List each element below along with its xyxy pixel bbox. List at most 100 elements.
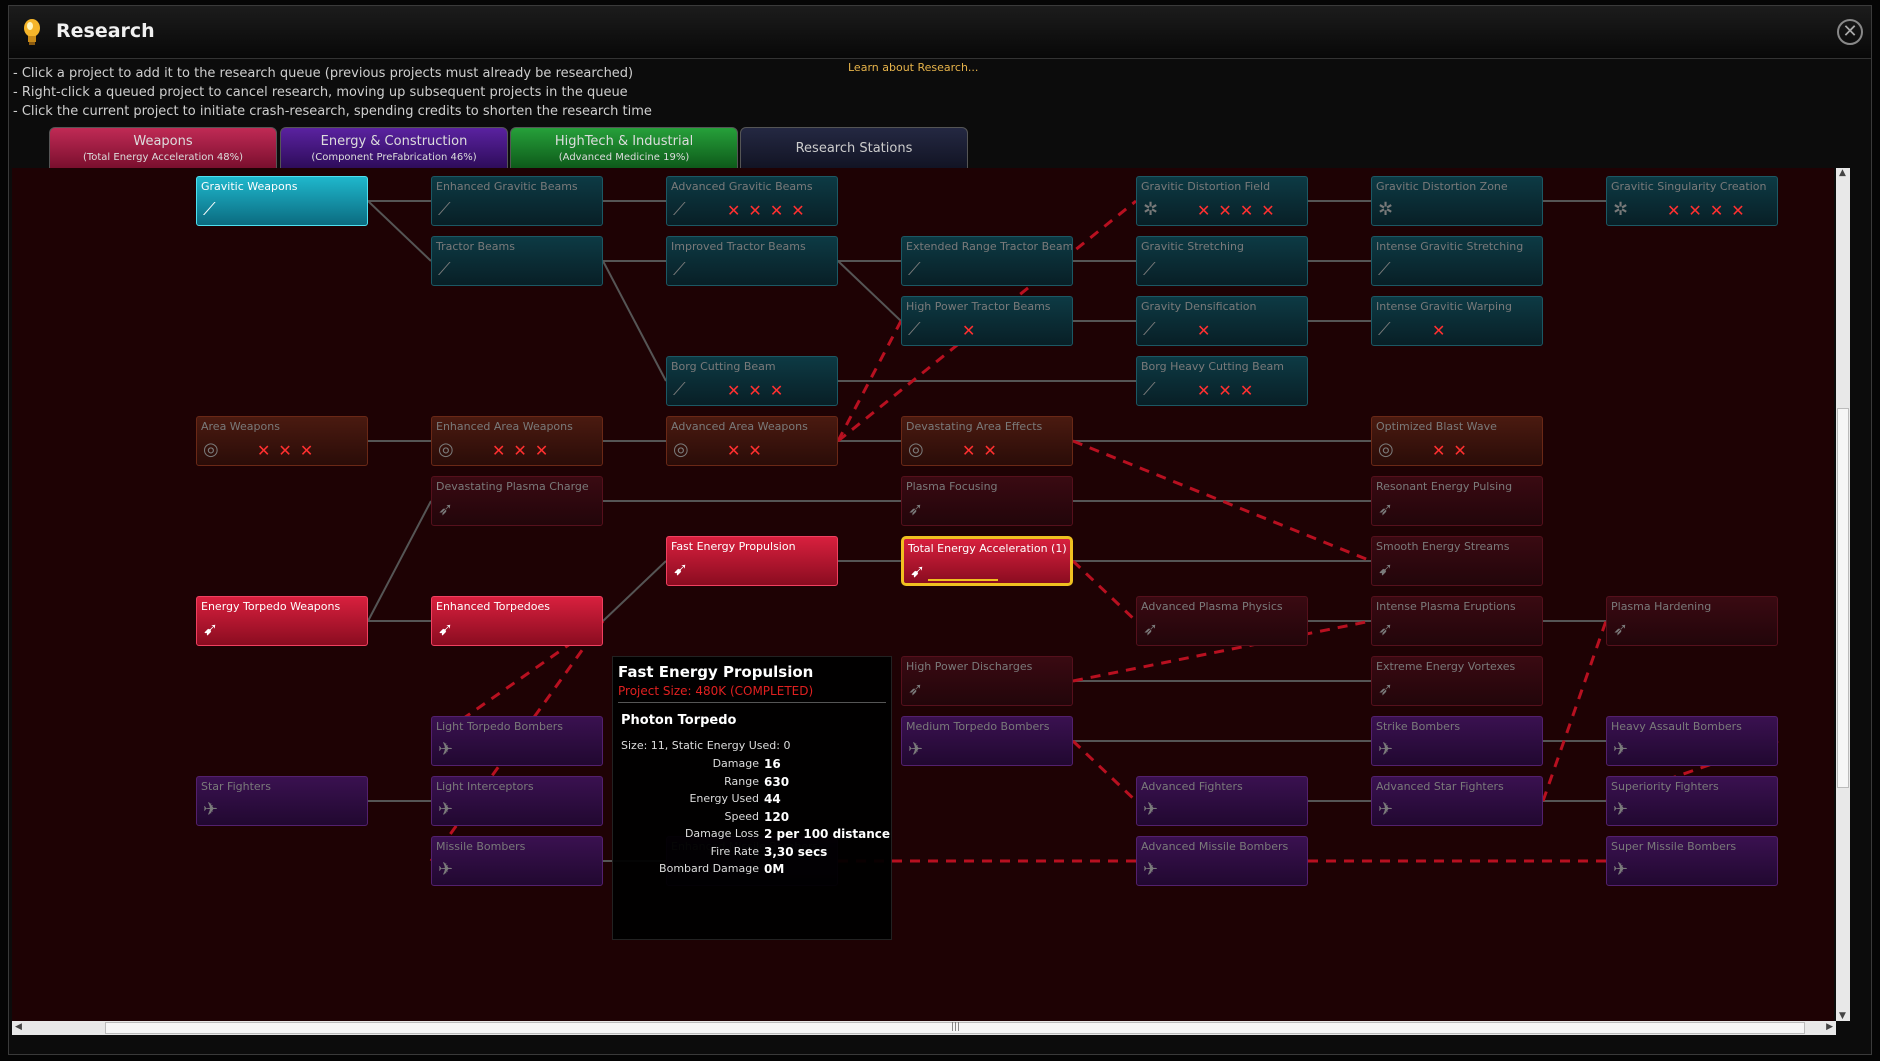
research-node[interactable]: Advanced Gravitic Beams ⟋ ✕✕✕✕	[666, 176, 838, 226]
locked-marker-icon: ✕✕✕	[257, 441, 322, 460]
research-node[interactable]: Optimized Blast Wave ◎ ✕✕	[1371, 416, 1543, 466]
research-node[interactable]: Total Energy Acceleration (1) ➹	[901, 536, 1073, 586]
research-node[interactable]: Advanced Star Fighters ✈	[1371, 776, 1543, 826]
research-node-name: Advanced Area Weapons	[671, 420, 808, 433]
tab-research-stations[interactable]: Research Stations	[740, 127, 968, 169]
research-node[interactable]: Star Fighters ✈	[196, 776, 368, 826]
gravitic-field-icon: ✲	[1613, 199, 1629, 220]
research-node[interactable]: Enhanced Area Weapons ◎ ✕✕✕	[431, 416, 603, 466]
research-node[interactable]: Enhanced Gravitic Beams ⟋	[431, 176, 603, 226]
research-node[interactable]: Gravity Densification ⟋ ✕	[1136, 296, 1308, 346]
research-node[interactable]: Fast Energy Propulsion ➹	[666, 536, 838, 586]
locked-marker-icon: ✕✕✕✕	[1197, 201, 1283, 220]
tractor-beam-icon: ⟋	[1378, 259, 1391, 280]
research-node[interactable]: Super Missile Bombers ✈	[1606, 836, 1778, 886]
research-node-name: Gravitic Weapons	[201, 180, 298, 193]
tab-weapons[interactable]: Weapons (Total Energy Acceleration 48%)	[49, 127, 277, 169]
research-node-name: Area Weapons	[201, 420, 280, 433]
research-node-name: Plasma Hardening	[1611, 600, 1712, 613]
research-node[interactable]: Strike Bombers ✈	[1371, 716, 1543, 766]
vertical-scroll-thumb[interactable]	[1837, 408, 1849, 788]
tab-label: Energy & Construction	[320, 134, 468, 149]
research-node[interactable]: Missile Bombers ✈	[431, 836, 603, 886]
stat-label: Damage	[712, 757, 759, 770]
research-progress-bar	[928, 579, 998, 581]
research-node[interactable]: Area Weapons ◎ ✕✕✕	[196, 416, 368, 466]
research-node[interactable]: Gravitic Singularity Creation ✲ ✕✕✕✕	[1606, 176, 1778, 226]
research-node[interactable]: Extreme Energy Vortexes ➶	[1371, 656, 1543, 706]
tooltip-project-size: Project Size: 480K (COMPLETED)	[618, 684, 814, 698]
vertical-scrollbar[interactable]: ▲ ▼	[1836, 168, 1850, 1021]
tab-hightech-industrial[interactable]: HighTech & Industrial (Advanced Medicine…	[510, 127, 738, 169]
borg-beam-icon: ⟋	[673, 379, 686, 400]
research-node[interactable]: Improved Tractor Beams ⟋	[666, 236, 838, 286]
stat-value: 44	[764, 792, 781, 806]
plasma-icon: ➶	[438, 499, 454, 520]
research-node[interactable]: Gravitic Weapons ⟋	[196, 176, 368, 226]
research-node[interactable]: Medium Torpedo Bombers ✈	[901, 716, 1073, 766]
research-node[interactable]: Light Torpedo Bombers ✈	[431, 716, 603, 766]
horizontal-scrollbar[interactable]: ◀ ||| ▶	[12, 1021, 1836, 1035]
stat-label: Bombard Damage	[659, 862, 759, 875]
research-node[interactable]: Advanced Fighters ✈	[1136, 776, 1308, 826]
research-node[interactable]: Light Interceptors ✈	[431, 776, 603, 826]
research-node[interactable]: Gravitic Stretching ⟋	[1136, 236, 1308, 286]
research-node-name: Optimized Blast Wave	[1376, 420, 1497, 433]
plasma-icon: ➶	[1378, 619, 1394, 640]
research-node[interactable]: Tractor Beams ⟋	[431, 236, 603, 286]
instruction-line-2: - Right-click a queued project to cancel…	[13, 85, 628, 100]
research-node[interactable]: Advanced Missile Bombers ✈	[1136, 836, 1308, 886]
research-node[interactable]: Enhanced Torpedoes ➹	[431, 596, 603, 646]
locked-marker-icon: ✕✕	[1432, 441, 1475, 460]
scroll-up-arrow[interactable]: ▲	[1839, 168, 1846, 178]
horizontal-scroll-thumb[interactable]: |||	[105, 1022, 1805, 1034]
research-node[interactable]: Resonant Energy Pulsing ➶	[1371, 476, 1543, 526]
tab-label: Weapons	[133, 134, 193, 149]
locked-marker-icon: ✕	[1197, 321, 1219, 340]
research-node[interactable]: Superiority Fighters ✈	[1606, 776, 1778, 826]
locked-marker-icon: ✕	[962, 321, 984, 340]
research-node-name: Total Energy Acceleration (1)	[908, 542, 1067, 555]
research-node[interactable]: Advanced Area Weapons ◎ ✕✕	[666, 416, 838, 466]
research-node[interactable]: Devastating Plasma Charge ➶	[431, 476, 603, 526]
research-node[interactable]: Smooth Energy Streams ➹	[1371, 536, 1543, 586]
scroll-left-arrow[interactable]: ◀	[15, 1022, 22, 1032]
research-node[interactable]: Energy Torpedo Weapons ➹	[196, 596, 368, 646]
research-node-name: Advanced Missile Bombers	[1141, 840, 1289, 853]
research-node[interactable]: Intense Gravitic Warping ⟋ ✕	[1371, 296, 1543, 346]
learn-about-research-link[interactable]: Learn about Research...	[848, 61, 978, 74]
research-node[interactable]: Plasma Focusing ➶	[901, 476, 1073, 526]
close-button[interactable]: ✕	[1837, 19, 1863, 45]
gravitic-field-icon: ✲	[1378, 199, 1394, 220]
research-node-name: Borg Cutting Beam	[671, 360, 776, 373]
research-node[interactable]: Gravitic Distortion Field ✲ ✕✕✕✕	[1136, 176, 1308, 226]
research-node-name: Gravitic Singularity Creation	[1611, 180, 1767, 193]
scroll-right-arrow[interactable]: ▶	[1826, 1022, 1833, 1032]
research-node-name: Tractor Beams	[436, 240, 515, 253]
scroll-grip: |||	[951, 1022, 961, 1032]
title-bar: Research ✕	[9, 6, 1871, 59]
research-node-name: Gravitic Stretching	[1141, 240, 1244, 253]
research-node[interactable]: Gravitic Distortion Zone ✲	[1371, 176, 1543, 226]
research-node[interactable]: High Power Discharges ➶	[901, 656, 1073, 706]
locked-marker-icon: ✕✕	[727, 441, 770, 460]
bomber-icon: ✈	[1143, 859, 1159, 880]
research-node[interactable]: Plasma Hardening ➶	[1606, 596, 1778, 646]
torpedo-icon: ➹	[910, 561, 926, 582]
tab-energy-construction[interactable]: Energy & Construction (Component PreFabr…	[280, 127, 508, 169]
research-node[interactable]: High Power Tractor Beams ⟋ ✕	[901, 296, 1073, 346]
research-node[interactable]: Borg Heavy Cutting Beam ⟋ ✕✕✕	[1136, 356, 1308, 406]
scroll-down-arrow[interactable]: ▼	[1839, 1011, 1846, 1021]
research-node[interactable]: Borg Cutting Beam ⟋ ✕✕✕	[666, 356, 838, 406]
research-node[interactable]: Extended Range Tractor Beams ⟋	[901, 236, 1073, 286]
research-node-name: Devastating Plasma Charge	[436, 480, 589, 493]
research-node-name: Advanced Star Fighters	[1376, 780, 1504, 793]
research-node[interactable]: Intense Gravitic Stretching ⟋	[1371, 236, 1543, 286]
research-node[interactable]: Devastating Area Effects ◎ ✕✕	[901, 416, 1073, 466]
research-node[interactable]: Advanced Plasma Physics ➶	[1136, 596, 1308, 646]
stat-label: Fire Rate	[710, 844, 759, 858]
tab-sub: (Component PreFabrication 46%)	[311, 152, 477, 163]
research-node[interactable]: Intense Plasma Eruptions ➶	[1371, 596, 1543, 646]
research-node[interactable]: Heavy Assault Bombers ✈	[1606, 716, 1778, 766]
window-title: Research	[56, 20, 155, 42]
